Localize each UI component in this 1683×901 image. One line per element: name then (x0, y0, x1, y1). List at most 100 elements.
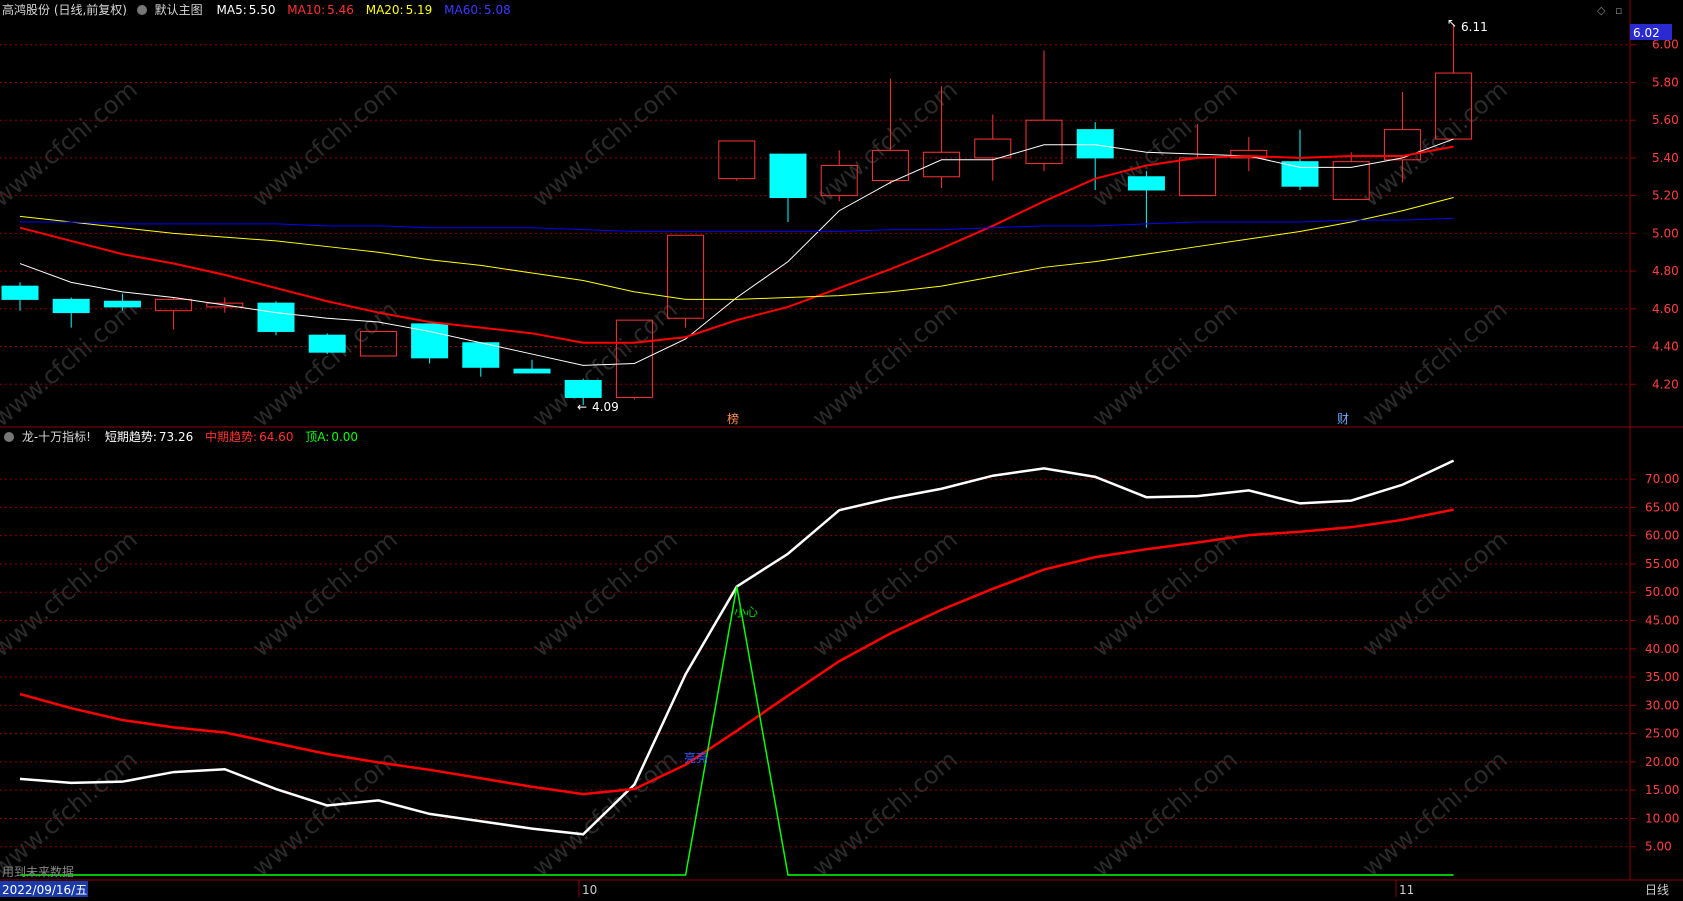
month-oct-label: 10 (582, 883, 597, 897)
price-tick-label: 5.40 (1652, 151, 1679, 165)
maximize-icon[interactable]: ▫ (1615, 4, 1622, 17)
stock-title[interactable]: 高鸿股份 (日线,前复权) (2, 3, 127, 17)
watermark-text: www.cfchi.com (0, 745, 143, 882)
watermark-text: www.cfchi.com (807, 295, 963, 432)
main-chart-name[interactable]: 默认主图 (155, 3, 203, 17)
current-price-badge: 6.02 (1633, 26, 1660, 40)
price-tick-label: 4.60 (1652, 302, 1679, 316)
watermark-text: www.cfchi.com (807, 745, 963, 882)
ma5-value: 5.50 (248, 3, 276, 17)
candle-up[interactable] (923, 151, 961, 178)
watermark-text: www.cfchi.com (1087, 745, 1243, 882)
indicator-name[interactable]: 龙-十万指标! (22, 430, 91, 444)
watermark-text: www.cfchi.com (247, 75, 403, 212)
candle-up[interactable] (974, 138, 1012, 159)
short-trend-label: 短期趋势: (104, 430, 157, 444)
price-tick-label: 5.60 (1652, 113, 1679, 127)
candle-down[interactable] (1281, 161, 1319, 187)
indicator-tick-label: 5.00 (1645, 840, 1672, 854)
indicator-tick-label: 70.00 (1645, 472, 1679, 486)
watermark-text: www.cfchi.com (527, 75, 683, 212)
candle-up[interactable] (718, 140, 756, 180)
indicator-tick-label: 30.00 (1645, 698, 1679, 712)
ma20-label: MA20: (365, 3, 404, 17)
watermark-text: www.cfchi.com (0, 75, 143, 212)
candle-down[interactable] (769, 153, 807, 199)
ma5-label: MA5: (216, 3, 247, 17)
month-nov-label: 11 (1399, 883, 1414, 897)
period-button[interactable]: 日线 (1645, 883, 1669, 897)
indicator-tick-label: 10.00 (1645, 811, 1679, 825)
candle-down[interactable] (1076, 129, 1114, 159)
date-label: 2022/09/16/五 (2, 883, 87, 897)
marker-xiaoxin: 小心 (734, 605, 758, 619)
watermark-text: www.cfchi.com (1357, 75, 1513, 212)
moving-average-lines (19, 138, 1454, 366)
watermark-text: www.cfchi.com (807, 525, 963, 662)
mid-trend-value: 64.60 (259, 430, 294, 444)
indicator-tick-label: 35.00 (1645, 670, 1679, 684)
price-tick-label: 5.80 (1652, 75, 1679, 89)
watermark-text: www.cfchi.com (527, 525, 683, 662)
ma60-value: 5.08 (484, 3, 511, 17)
marker-cai[interactable]: 财 (1337, 412, 1349, 426)
candle-down[interactable] (564, 379, 602, 398)
indicator-tick-label: 55.00 (1645, 557, 1679, 571)
candle-down[interactable] (1, 285, 39, 300)
price-tick-label: 4.40 (1652, 340, 1679, 354)
low-arrow-icon: ← (577, 400, 587, 414)
high-price-label: 6.11 (1461, 20, 1488, 34)
indicator-tick-label: 45.00 (1645, 613, 1679, 627)
candle-up[interactable] (1179, 157, 1217, 197)
indicator-tick-label: 50.00 (1645, 585, 1679, 599)
indicator-tick-label: 65.00 (1645, 500, 1679, 514)
ma10-value: 5.46 (327, 3, 354, 17)
candle-up[interactable] (1025, 119, 1063, 165)
line-ma5 (19, 138, 1454, 366)
future-data-note: 用到未来数据 (2, 864, 74, 879)
ma10-label: MA10: (287, 3, 326, 17)
candlestick-series[interactable] (1, 24, 1473, 405)
mid-trend-label: 中期趋势: (205, 430, 258, 444)
watermark-text: www.cfchi.com (0, 525, 143, 662)
top-a-label: 顶A: (305, 430, 330, 444)
candle-down[interactable] (1127, 176, 1165, 191)
indicator-grid (0, 478, 1630, 848)
indicator-tick-label: 15.00 (1645, 783, 1679, 797)
watermark-text: www.cfchi.com (1357, 295, 1513, 432)
short-trend-value: 73.26 (158, 430, 194, 444)
price-tick-label: 5.20 (1652, 189, 1679, 203)
candle-down[interactable] (462, 342, 500, 368)
candle-down[interactable] (513, 368, 551, 374)
price-tick-label: 4.80 (1652, 264, 1679, 278)
price-tick-label: 5.00 (1652, 226, 1679, 240)
candle-down[interactable] (308, 334, 346, 353)
price-tick-label: 4.20 (1652, 377, 1679, 391)
indicator-settings-icon[interactable] (4, 432, 14, 442)
mid-trend-line (19, 508, 1454, 796)
indicator-lines (19, 459, 1455, 876)
watermark-text: www.cfchi.com (1357, 745, 1513, 882)
line-ma20 (19, 197, 1454, 300)
main-chart-header: 高鸿股份 (日线,前复权) 默认主图 MA5: 5.50 MA10: 5.46 MA… (2, 1, 515, 18)
ma60-label: MA60: (444, 3, 483, 17)
watermark-text: www.cfchi.com (247, 525, 403, 662)
indicator-tick-label: 20.00 (1645, 755, 1679, 769)
price-axis: 4.204.404.604.805.005.205.405.605.806.00 (1630, 38, 1679, 391)
low-price-label: 4.09 (592, 400, 619, 414)
candle-down[interactable] (52, 298, 90, 314)
candle-down[interactable] (103, 300, 141, 308)
line-ma60 (20, 217, 1454, 232)
diamond-icon[interactable]: ◇ (1597, 4, 1606, 17)
watermark-text: www.cfchi.com (1087, 295, 1243, 432)
high-arrow-icon: ↖ (1447, 16, 1457, 30)
watermark-text: www.cfchi.com (807, 75, 963, 212)
indicator-tick-label: 60.00 (1645, 529, 1679, 543)
top-a-value: 0.00 (331, 430, 359, 444)
marker-bang[interactable]: 榜 (727, 411, 739, 426)
settings-circle-icon[interactable] (136, 5, 147, 15)
candle-down[interactable] (257, 302, 295, 332)
marker-gaoliang: 亮亮 (684, 750, 708, 765)
watermark-text: www.cfchi.com (1357, 525, 1513, 662)
ma20-value: 5.19 (405, 3, 433, 17)
